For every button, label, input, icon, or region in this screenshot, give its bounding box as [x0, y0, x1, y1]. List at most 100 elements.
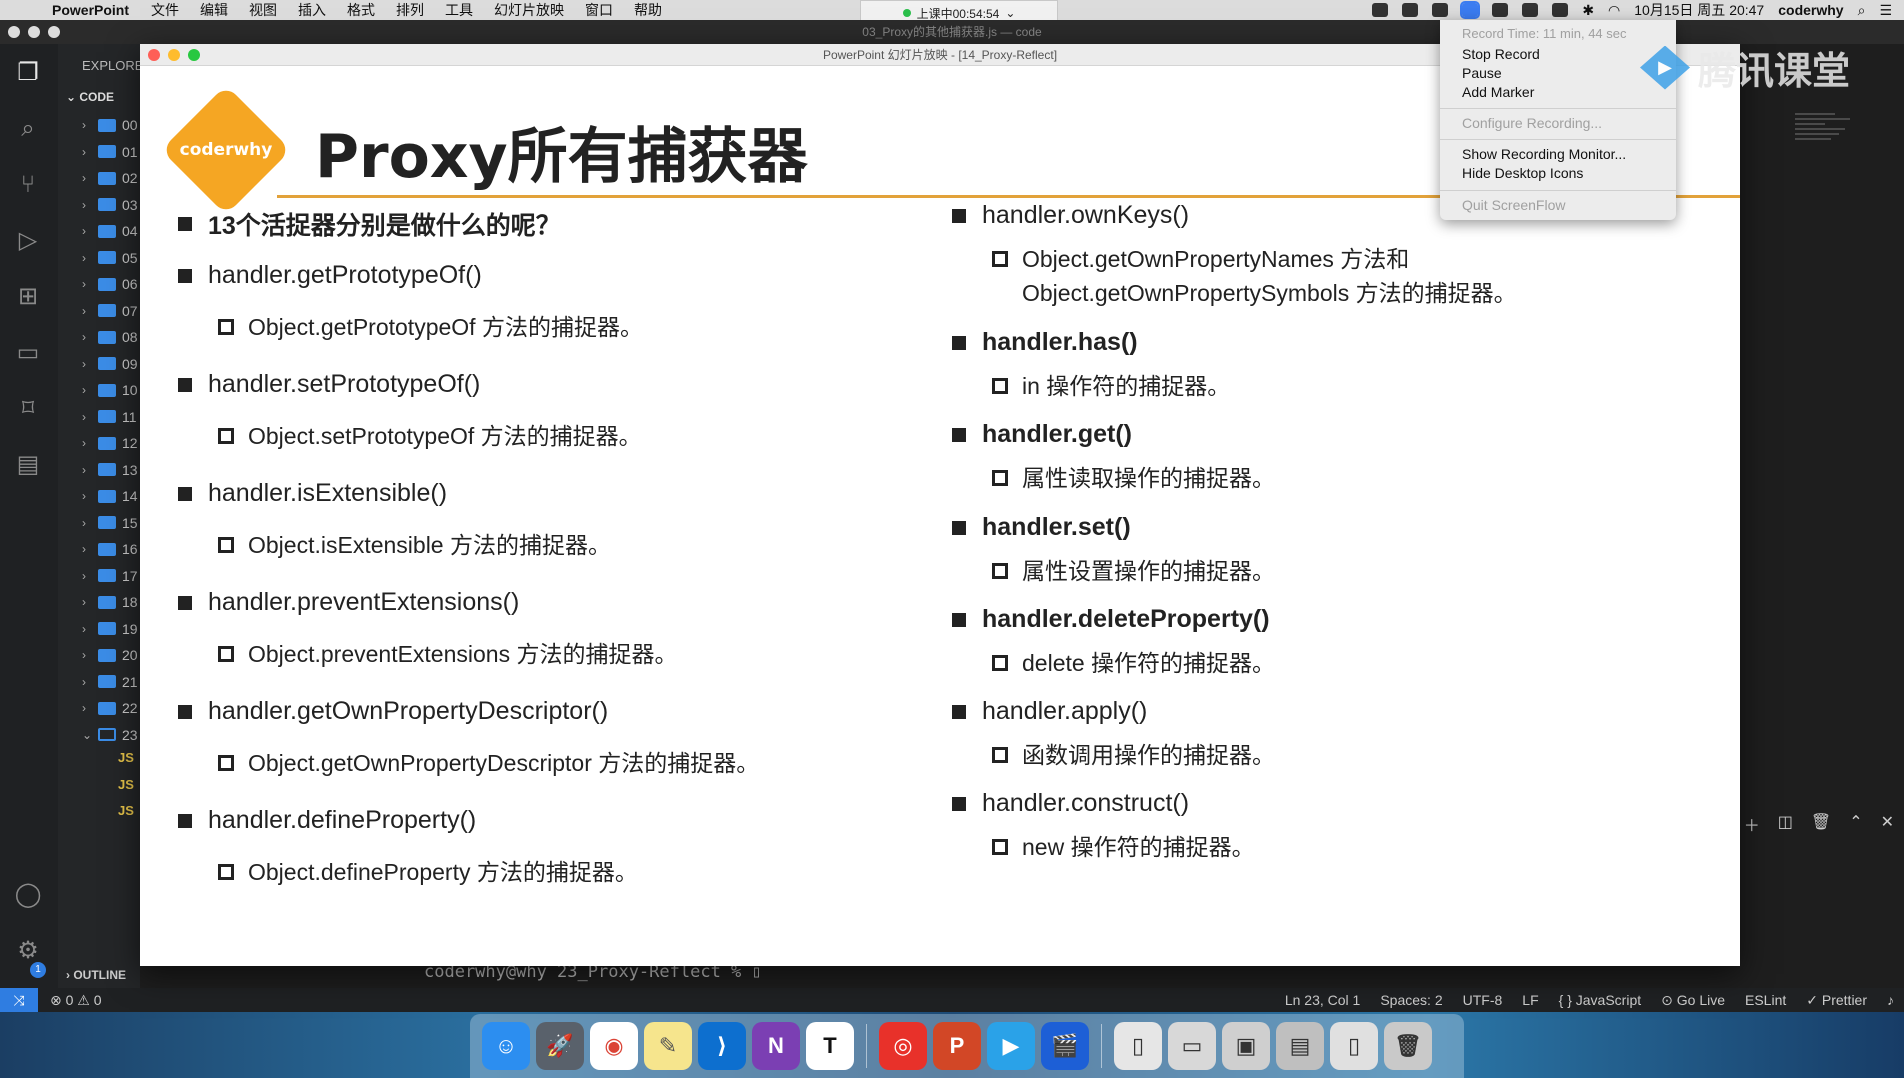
run-debug-icon[interactable]: ▷ [13, 226, 43, 256]
menu-help[interactable]: 帮助 [634, 0, 662, 20]
typora-icon[interactable]: T [806, 1022, 854, 1070]
add-marker-menu-item[interactable]: Add Marker [1462, 84, 1534, 100]
folder-row[interactable]: › 15 [82, 512, 138, 534]
folder-row[interactable]: › 13 [82, 459, 138, 481]
js-file-row[interactable]: JS [118, 750, 134, 765]
workspace-section[interactable]: ⌄ CODE [66, 90, 114, 104]
menu-arrange[interactable]: 排列 [396, 0, 424, 20]
wifi-icon[interactable]: ◠ [1608, 2, 1620, 19]
folder-row[interactable]: › 04 [82, 220, 138, 242]
netease-music-icon[interactable]: ◎ [879, 1022, 927, 1070]
new-terminal-icon[interactable]: ＋ [1744, 812, 1760, 836]
menu-window[interactable]: 窗口 [585, 0, 613, 20]
status-app-icon[interactable] [1432, 3, 1449, 17]
pause-menu-item[interactable]: Pause [1462, 65, 1502, 81]
folder-row[interactable]: › 19 [82, 618, 138, 640]
menu-slideshow[interactable]: 幻灯片放映 [494, 0, 564, 20]
close-icon[interactable]: ✕ [1881, 812, 1894, 836]
launchpad-icon[interactable]: 🚀 [536, 1022, 584, 1070]
js-file-row[interactable]: JS [118, 777, 134, 792]
folder-row[interactable]: ⌄ 23 [82, 724, 138, 746]
problems-indicator[interactable]: ⊗ 0 ⚠ 0 [50, 992, 102, 1009]
file-icon[interactable]: ▯ [1330, 1022, 1378, 1070]
bookmark-icon[interactable]: ⌑ [13, 394, 43, 424]
bluetooth-icon[interactable]: ✱ [1582, 2, 1594, 19]
split-terminal-icon[interactable]: ◫ [1778, 812, 1793, 836]
folder-row[interactable]: › 03 [82, 194, 138, 216]
window-thumbnail-icon[interactable]: ▤ [1276, 1022, 1324, 1070]
search-icon[interactable]: ⌕ [13, 114, 43, 144]
notes-icon[interactable]: ✎ [644, 1022, 692, 1070]
folder-row[interactable]: › 14 [82, 485, 138, 507]
explorer-files-icon[interactable]: ❐ [13, 58, 43, 88]
folder-row[interactable]: › 08 [82, 326, 138, 348]
trash-icon[interactable]: 🗑 [1811, 812, 1831, 836]
folder-row[interactable]: › 05 [82, 247, 138, 269]
trash-bin-icon[interactable]: 🗑 [1384, 1022, 1432, 1070]
outline-section[interactable]: › OUTLINE [58, 964, 140, 986]
minimize-window-icon[interactable] [168, 49, 180, 61]
minimize-window-icon[interactable] [28, 26, 40, 38]
folder-row[interactable]: › 11 [82, 406, 137, 428]
window-thumbnail-icon[interactable]: ▣ [1222, 1022, 1270, 1070]
keyboard-window-icon[interactable]: ▭ [1168, 1022, 1216, 1070]
onenote-icon[interactable]: N [752, 1022, 800, 1070]
notifications-bell-icon[interactable]: ♪ [1887, 992, 1894, 1008]
folder-row[interactable]: › 01 [82, 141, 138, 163]
powerpoint-icon[interactable]: P [933, 1022, 981, 1070]
screenflow-menu-icon[interactable] [1460, 1, 1481, 19]
line-endings[interactable]: LF [1522, 992, 1538, 1008]
screenflow-icon[interactable]: 🎬 [1041, 1022, 1089, 1070]
folder-row[interactable]: › 09 [82, 353, 138, 375]
menu-view[interactable]: 视图 [249, 0, 277, 20]
app-menu[interactable]: PowerPoint [52, 2, 129, 18]
account-icon[interactable]: ◯ [13, 880, 43, 910]
folder-row[interactable]: › 07 [82, 300, 138, 322]
js-file-row[interactable]: JS [118, 803, 134, 818]
menu-edit[interactable]: 编辑 [200, 0, 228, 20]
source-control-icon[interactable]: ⑂ [13, 170, 43, 200]
folder-row[interactable]: › 06 [82, 273, 138, 295]
folder-row[interactable]: › 20 [82, 644, 138, 666]
menu-tools[interactable]: 工具 [445, 0, 473, 20]
finder-icon[interactable]: ☺ [482, 1022, 530, 1070]
vscode-icon[interactable]: ⟩ [698, 1022, 746, 1070]
quit-screenflow-menu-item[interactable]: Quit ScreenFlow [1462, 197, 1565, 213]
spotlight-search-icon[interactable]: ⌕ [1858, 2, 1866, 19]
tencent-classroom-icon[interactable]: ▶ [987, 1022, 1035, 1070]
status-app-icon[interactable] [1372, 3, 1389, 17]
status-app-icon[interactable] [1492, 3, 1509, 17]
chrome-icon[interactable]: ◉ [590, 1022, 638, 1070]
zoom-window-icon[interactable] [48, 26, 60, 38]
status-app-icon[interactable] [1402, 3, 1419, 17]
remote-indicator-icon[interactable]: ⤨ [0, 988, 38, 1012]
close-window-icon[interactable] [148, 49, 160, 61]
indentation[interactable]: Spaces: 2 [1380, 992, 1442, 1008]
menu-user[interactable]: coderwhy [1778, 2, 1843, 18]
folder-row[interactable]: › 00 [82, 114, 138, 136]
close-window-icon[interactable] [8, 26, 20, 38]
folder-icon[interactable]: ▤ [13, 450, 43, 480]
prettier-status[interactable]: ✓ Prettier [1806, 992, 1867, 1009]
folder-row[interactable]: › 22 [82, 697, 138, 719]
go-live-button[interactable]: ⊙ Go Live [1661, 992, 1725, 1009]
show-monitor-menu-item[interactable]: Show Recording Monitor... [1462, 146, 1626, 162]
configure-recording-menu-item[interactable]: Configure Recording... [1462, 115, 1602, 131]
folder-row[interactable]: › 02 [82, 167, 138, 189]
menu-insert[interactable]: 插入 [298, 0, 326, 20]
folder-row[interactable]: › 16 [82, 538, 138, 560]
eslint-status[interactable]: ESLint [1745, 992, 1786, 1008]
extensions-icon[interactable]: ⊞ [13, 282, 43, 312]
control-center-icon[interactable]: ☰ [1879, 2, 1892, 19]
folder-row[interactable]: › 17 [82, 565, 138, 587]
cursor-position[interactable]: Ln 23, Col 1 [1285, 992, 1361, 1008]
status-app-icon[interactable] [1552, 3, 1569, 17]
language-mode[interactable]: { } JavaScript [1559, 992, 1642, 1008]
menu-format[interactable]: 格式 [347, 0, 375, 20]
remote-explorer-icon[interactable]: ▭ [13, 338, 43, 368]
chevron-up-icon[interactable]: ⌃ [1849, 812, 1862, 836]
folder-row[interactable]: › 10 [82, 379, 138, 401]
folder-row[interactable]: › 21 [82, 671, 138, 693]
minimap[interactable] [1795, 110, 1855, 180]
folder-row[interactable]: › 12 [82, 432, 138, 454]
